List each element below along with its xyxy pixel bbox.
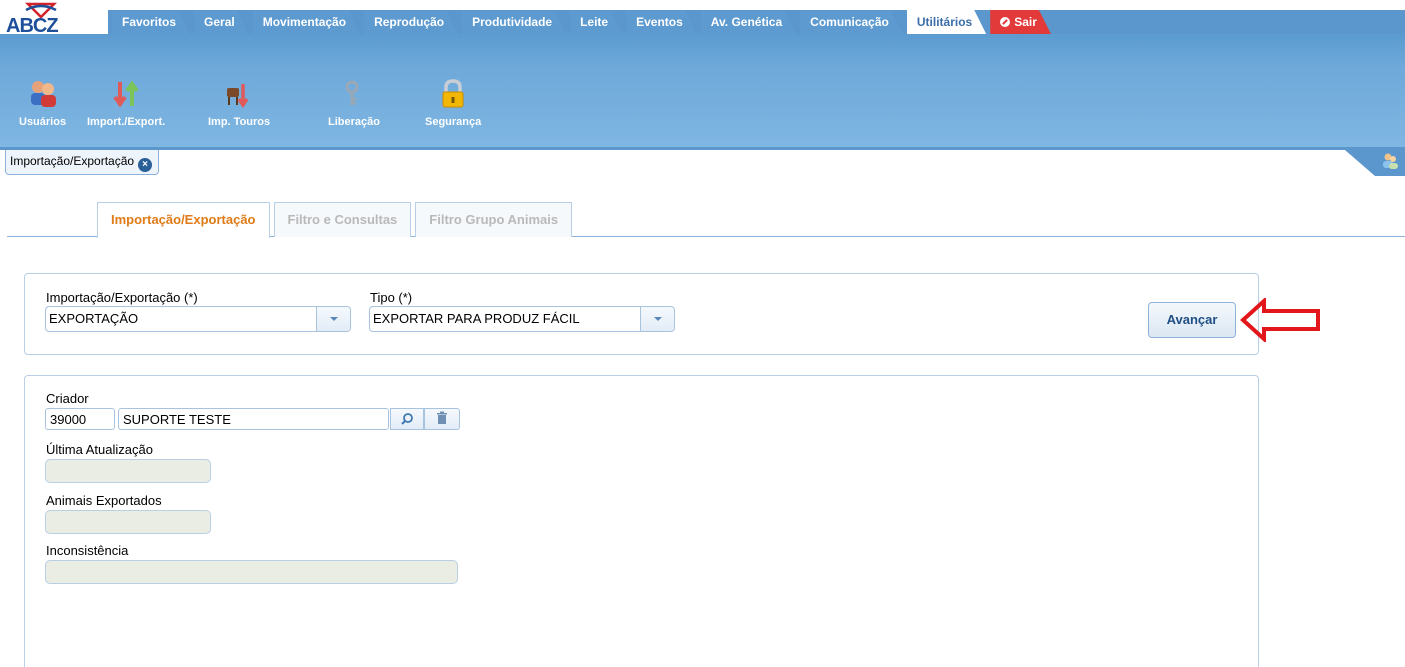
- close-icon[interactable]: ×: [138, 158, 153, 172]
- toolbar-liberacao-button[interactable]: Liberação: [328, 78, 380, 128]
- impexp-select[interactable]: EXPORTAÇÃO: [45, 306, 351, 332]
- inconsistencia-field: [45, 560, 458, 584]
- clear-button[interactable]: [424, 408, 460, 430]
- top-menu-leite[interactable]: Leite: [570, 10, 622, 34]
- ultima-atualizacao-field: [45, 459, 211, 483]
- top-menu-reproducao[interactable]: Reprodução: [364, 10, 458, 34]
- search-button[interactable]: [390, 408, 424, 430]
- import-export-arrows-icon: [113, 80, 139, 108]
- tab-importacao-exportacao[interactable]: Importação/Exportação: [97, 202, 270, 238]
- toolbar-seguranca-button[interactable]: Segurança: [425, 78, 481, 128]
- top-menu-sair[interactable]: Sair: [990, 10, 1051, 34]
- impexp-label: Importação/Exportação (*): [46, 290, 198, 305]
- stop-icon: [1000, 17, 1010, 27]
- toolbar-import-export-label: Import./Export.: [87, 116, 166, 128]
- ultima-atualizacao-label: Última Atualização: [46, 442, 153, 457]
- annotation-arrow-icon: [1240, 298, 1320, 342]
- users-icon: [30, 81, 56, 107]
- content-tabs: Importação/Exportação Filtro e Consultas…: [97, 202, 576, 238]
- doc-tab-label: Importação/Exportação: [10, 154, 135, 168]
- top-menu-comunicacao[interactable]: Comunicação: [800, 10, 903, 34]
- impexp-select-value: EXPORTAÇÃO: [49, 311, 139, 326]
- top-menu-utilitarios[interactable]: Utilitários: [907, 10, 986, 34]
- toolbar-seguranca-label: Segurança: [425, 116, 482, 128]
- toolbar-import-export-button[interactable]: Import./Export.: [87, 78, 165, 128]
- tab-filtro-consultas[interactable]: Filtro e Consultas: [273, 202, 412, 237]
- abcz-logo: ABCZ: [6, 2, 76, 37]
- criador-label: Criador: [46, 391, 89, 406]
- toolbar-liberacao-label: Liberação: [328, 116, 380, 128]
- toolbar-usuarios-button[interactable]: Usuários: [19, 78, 66, 128]
- top-menu: Favoritos Geral Movimentação Reprodução …: [112, 10, 1055, 34]
- toolbar-imp-touros-label: Imp. Touros: [208, 116, 271, 128]
- animais-exportados-label: Animais Exportados: [46, 493, 162, 508]
- top-menu-eventos[interactable]: Eventos: [626, 10, 697, 34]
- search-icon: [401, 413, 413, 425]
- top-menu-favoritos[interactable]: Favoritos: [112, 10, 190, 34]
- criador-name-input[interactable]: SUPORTE TESTE: [118, 408, 389, 430]
- tipo-select-value: EXPORTAR PARA PRODUZ FÁCIL: [373, 311, 580, 326]
- top-menu-movimentacao[interactable]: Movimentação: [253, 10, 360, 34]
- inconsistencia-label: Inconsistência: [46, 543, 129, 558]
- padlock-icon: [442, 79, 464, 108]
- top-menu-produtividade[interactable]: Produtividade: [462, 10, 566, 34]
- top-menu-geral[interactable]: Geral: [194, 10, 249, 34]
- trash-icon: [437, 411, 447, 424]
- avancar-button[interactable]: Avançar: [1148, 302, 1236, 338]
- tipo-label: Tipo (*): [370, 290, 413, 305]
- user-group-icon[interactable]: [1381, 152, 1399, 170]
- key-icon: [345, 80, 359, 105]
- subbar-line: [0, 147, 1405, 150]
- criador-code-input[interactable]: 39000: [45, 408, 115, 430]
- top-menu-av-genetica[interactable]: Av. Genética: [701, 10, 796, 34]
- sair-label: Sair: [1014, 15, 1037, 29]
- tipo-select[interactable]: EXPORTAR PARA PRODUZ FÁCIL: [369, 306, 675, 332]
- chevron-down-icon[interactable]: [640, 307, 674, 331]
- animais-exportados-field: [45, 510, 211, 534]
- doc-tab-importacao-exportacao[interactable]: Importação/Exportação ×: [5, 150, 160, 175]
- chevron-down-icon[interactable]: [316, 307, 350, 331]
- toolbar-imp-touros-button[interactable]: Imp. Touros: [208, 78, 270, 128]
- tab-filtro-grupo-animais[interactable]: Filtro Grupo Animais: [415, 202, 573, 237]
- bulls-icon: [227, 84, 249, 109]
- toolbar-usuarios-label: Usuários: [19, 116, 67, 128]
